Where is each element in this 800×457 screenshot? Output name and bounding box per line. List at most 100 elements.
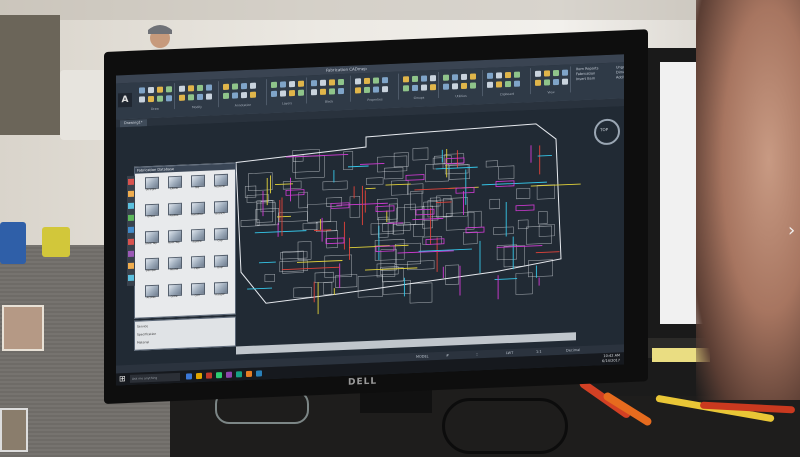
ribbon-tool-icon[interactable] xyxy=(364,86,370,94)
ribbon-tool-icon[interactable] xyxy=(470,82,476,89)
ribbon-tool-icon[interactable] xyxy=(289,80,295,88)
palette-title[interactable]: Fabrication Database xyxy=(135,163,235,174)
palette-tab-icon[interactable] xyxy=(128,178,134,185)
ribbon-tool-icon[interactable] xyxy=(403,76,409,83)
ribbon-tool-icon[interactable] xyxy=(241,92,247,99)
taskbar-app-icon[interactable] xyxy=(216,372,222,379)
ribbon-tool-icon[interactable] xyxy=(421,84,427,91)
palette-item[interactable]: Radius xyxy=(164,202,184,226)
palette-item[interactable]: Branch xyxy=(210,200,230,224)
palette-item[interactable]: Reducer xyxy=(210,173,230,197)
palette-item[interactable]: Straight xyxy=(141,176,161,200)
ribbon-tool-icon[interactable] xyxy=(338,87,344,95)
palette-item[interactable]: Oval xyxy=(210,254,230,278)
ribbon-tool-icon[interactable] xyxy=(241,83,247,90)
windows-start-icon[interactable]: ⊞ xyxy=(119,374,127,383)
ribbon-tool-icon[interactable] xyxy=(535,70,541,77)
palette-tab-icon[interactable] xyxy=(128,238,134,245)
palette-item[interactable]: Offset xyxy=(141,203,161,227)
ribbon-tool-icon[interactable] xyxy=(430,75,436,82)
ribbon-command-label[interactable]: Add/Remove xyxy=(616,75,624,80)
ribbon-tool-icon[interactable] xyxy=(280,90,286,97)
ribbon-tool-icon[interactable] xyxy=(461,73,467,81)
chevron-right-icon[interactable]: › xyxy=(788,222,795,240)
ribbon-tool-icon[interactable] xyxy=(544,79,550,86)
taskbar-app-icon[interactable] xyxy=(196,372,202,380)
ribbon-tool-icon[interactable] xyxy=(250,91,256,98)
property-row[interactable]: Specification xyxy=(137,332,156,337)
ribbon-tool-icon[interactable] xyxy=(470,73,476,80)
ribbon-tool-icon[interactable] xyxy=(443,74,449,81)
palette-item[interactable]: Elbow xyxy=(164,175,184,199)
taskbar-clock[interactable]: 10:42 AM 6/14/2017 xyxy=(602,353,620,364)
ribbon-command-label[interactable]: Fabrication xyxy=(576,71,595,76)
palette-item[interactable]: Round xyxy=(164,256,184,280)
ribbon-command-label[interactable]: Insert Item xyxy=(576,76,595,81)
palette-tab-icon[interactable] xyxy=(128,274,134,281)
ribbon-tool-icon[interactable] xyxy=(298,89,304,96)
status-toggle[interactable]: # xyxy=(446,353,449,359)
ribbon-tool-icon[interactable] xyxy=(514,80,520,87)
palette-tab-icon[interactable] xyxy=(128,202,134,209)
ribbon-tool-icon[interactable] xyxy=(223,83,229,91)
ribbon-tool-icon[interactable] xyxy=(157,95,163,102)
ribbon-tool-icon[interactable] xyxy=(373,77,379,84)
ribbon-tool-icon[interactable] xyxy=(562,69,568,76)
ribbon-tool-icon[interactable] xyxy=(280,81,286,88)
ribbon-tool-icon[interactable] xyxy=(197,84,203,92)
ribbon-tool-icon[interactable] xyxy=(364,77,370,85)
taskbar-app-icon[interactable] xyxy=(226,371,232,378)
ribbon-tool-icon[interactable] xyxy=(148,95,154,103)
taskbar-search-input[interactable]: Ask me anything xyxy=(130,372,180,383)
ribbon-tool-icon[interactable] xyxy=(289,89,295,97)
ribbon-tool-icon[interactable] xyxy=(311,80,317,87)
palette-item[interactable]: Tee xyxy=(187,174,207,198)
ribbon-tool-icon[interactable] xyxy=(496,72,502,79)
ribbon-tool-icon[interactable] xyxy=(206,84,212,91)
ribbon-tool-icon[interactable] xyxy=(382,77,388,84)
ribbon-tool-icon[interactable] xyxy=(298,80,304,87)
palette-tab-icon[interactable] xyxy=(128,190,134,197)
palette-item[interactable]: Coil xyxy=(187,282,207,306)
ribbon-tool-icon[interactable] xyxy=(355,78,361,85)
ribbon-tool-icon[interactable] xyxy=(505,71,511,79)
palette-tab-icon[interactable] xyxy=(128,226,134,233)
palette-item[interactable]: Damper xyxy=(141,257,161,281)
ribbon-tool-icon[interactable] xyxy=(188,94,194,101)
palette-item[interactable]: Boot Tap xyxy=(164,229,184,253)
ribbon-tool-icon[interactable] xyxy=(412,75,418,83)
palette-item[interactable]: Grille xyxy=(164,283,184,307)
palette-item[interactable]: Cap xyxy=(210,227,230,251)
palette-item[interactable]: Shoe Tap xyxy=(141,230,161,254)
app-menu-button[interactable]: A xyxy=(118,92,132,108)
palette-tab-icon[interactable] xyxy=(128,250,134,257)
ribbon-tool-icon[interactable] xyxy=(505,80,511,88)
ribbon-tool-icon[interactable] xyxy=(166,95,172,102)
ribbon-tool-icon[interactable] xyxy=(452,83,458,90)
ribbon-tool-icon[interactable] xyxy=(355,87,361,94)
palette-item[interactable]: Square xyxy=(187,228,207,252)
ribbon-tool-icon[interactable] xyxy=(430,84,436,91)
ribbon-tool-icon[interactable] xyxy=(452,74,458,81)
ribbon-tool-icon[interactable] xyxy=(443,83,449,90)
ribbon-tool-icon[interactable] xyxy=(329,79,335,86)
ribbon-tool-icon[interactable] xyxy=(487,72,493,79)
ribbon-tool-icon[interactable] xyxy=(139,87,145,94)
status-toggle[interactable]: :: xyxy=(476,351,478,357)
ribbon-tool-icon[interactable] xyxy=(232,83,238,90)
status-toggle[interactable]: 1:1 xyxy=(536,349,542,355)
taskbar-app-icon[interactable] xyxy=(256,370,262,377)
palette-tab-icon[interactable] xyxy=(128,214,134,221)
ribbon-tool-icon[interactable] xyxy=(338,78,344,86)
palette-tab-icon[interactable] xyxy=(128,262,134,269)
ribbon-tool-icon[interactable] xyxy=(179,85,185,92)
ribbon-tool-icon[interactable] xyxy=(206,93,212,100)
property-row[interactable]: Material xyxy=(137,340,149,345)
ribbon-tool-icon[interactable] xyxy=(496,81,502,88)
ribbon-command-label[interactable]: Dimension xyxy=(616,70,624,75)
ribbon-tool-icon[interactable] xyxy=(188,85,194,92)
taskbar-app-icon[interactable] xyxy=(186,373,192,380)
ribbon-tool-icon[interactable] xyxy=(223,92,229,100)
ribbon-tool-icon[interactable] xyxy=(166,86,172,93)
status-toggle[interactable]: MODEL xyxy=(416,353,429,360)
